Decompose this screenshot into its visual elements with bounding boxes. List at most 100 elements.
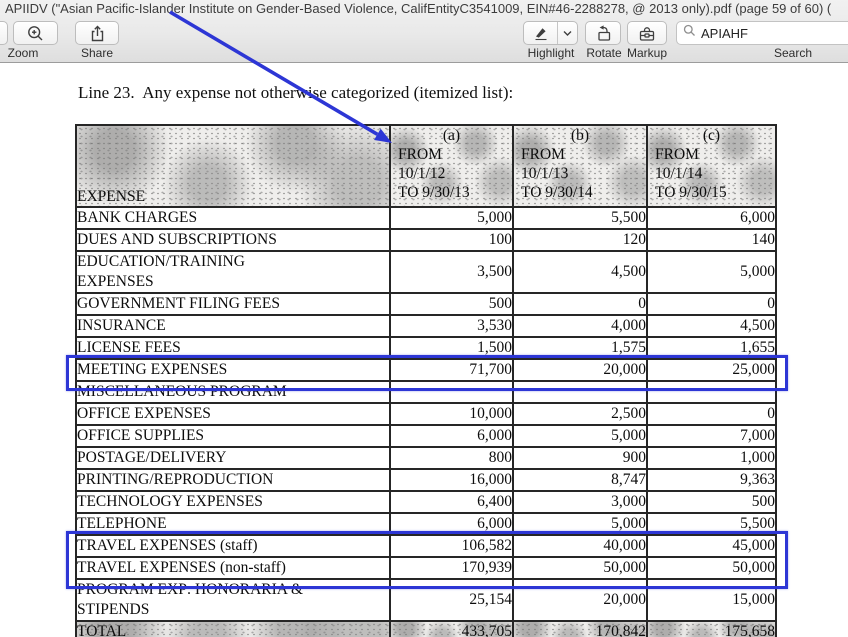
expense-value: 3,530 [390,315,513,337]
table-row: OFFICE SUPPLIES6,0005,0007,000 [76,425,776,447]
expense-label: BANK CHARGES [76,207,390,229]
column-letter: (c) [648,126,775,145]
column-header-b: (b)FROM10/1/13TO 9/30/14 [513,125,647,207]
column-period-line: 10/1/14 [648,164,775,183]
highlight-button-label: Highlight [514,46,588,60]
table-row: INSURANCE3,5304,0004,500 [76,315,776,337]
table-row: TECHNOLOGY EXPENSES6,4003,000500 [76,491,776,513]
expense-label: OFFICE EXPENSES [76,403,390,425]
expense-value: 5,000 [513,425,647,447]
annotation-box [66,531,788,589]
expense-value: 4,000 [513,315,647,337]
expense-column-header: EXPENSE [76,125,390,207]
column-period-line: FROM [514,145,646,164]
window-title: APIIDV ("Asian Pacific-Islander Institut… [5,0,848,18]
table-row: PRINTING/REPRODUCTION16,0008,7479,363 [76,469,776,491]
column-period-line: 10/1/13 [514,164,646,183]
expense-label: POSTAGE/DELIVERY [76,447,390,469]
expense-label: PRINTING/REPRODUCTION [76,469,390,491]
share-icon [88,24,107,43]
expense-label: GOVERNMENT FILING FEES [76,293,390,315]
expense-value: 5,000 [647,251,776,293]
table-row: DUES AND SUBSCRIPTIONS100120140 [76,229,776,251]
column-letter: (b) [514,126,646,145]
column-period-line: FROM [391,145,512,164]
rotate-icon [594,24,613,43]
expense-label: OFFICE SUPPLIES [76,425,390,447]
expense-value: 6,000 [390,425,513,447]
expense-value: 500 [390,293,513,315]
expense-value: 6,000 [647,207,776,229]
expense-value: 6,400 [390,491,513,513]
expense-label: INSURANCE [76,315,390,337]
markup-toolbox-icon [637,24,657,43]
expense-label: EDUCATION/TRAINING EXPENSES [76,251,390,293]
expense-value: 0 [513,293,647,315]
highlighter-icon [532,24,550,42]
markup-button[interactable] [627,21,667,45]
expense-value: 1,000 [647,447,776,469]
expense-value: 2,500 [513,403,647,425]
expense-value: 5,000 [390,207,513,229]
column-period-line: TO 9/30/13 [391,183,512,202]
expense-value: 8,747 [513,469,647,491]
highlight-button[interactable] [523,21,578,45]
zoom-button-label: Zoom [0,46,46,60]
expense-value: 433,705 [390,621,513,637]
highlight-dropdown-segment[interactable] [558,22,577,44]
column-period-line: 10/1/12 [391,164,512,183]
search-input[interactable] [701,26,848,41]
search-field-label: Search [762,46,824,60]
window-chrome: APIIDV ("Asian Pacific-Islander Institut… [0,0,848,63]
zoom-in-icon [26,24,45,43]
expense-value: 500 [647,491,776,513]
expense-value: 10,000 [390,403,513,425]
expense-value: 0 [647,293,776,315]
expense-value: 4,500 [513,251,647,293]
expense-value: 3,500 [390,251,513,293]
share-button[interactable] [75,21,119,45]
markup-button-label: Markup [618,46,676,60]
column-header-a: (a)FROM10/1/12TO 9/30/13 [390,125,513,207]
expense-value: 800 [390,447,513,469]
partial-toolbar-button[interactable] [0,21,8,45]
expense-label: TECHNOLOGY EXPENSES [76,491,390,513]
annotation-box [66,355,788,391]
expense-value: 120 [513,229,647,251]
table-row: OFFICE EXPENSES10,0002,5000 [76,403,776,425]
preview-window: APIIDV ("Asian Pacific-Islander Institut… [0,0,848,637]
zoom-button[interactable] [13,21,58,45]
rotate-button[interactable] [585,21,621,45]
expense-value: 140 [647,229,776,251]
table-header-row: EXPENSE (a)FROM10/1/12TO 9/30/13(b)FROM1… [76,125,776,207]
table-row: EDUCATION/TRAINING EXPENSES3,5004,5005,0… [76,251,776,293]
column-period-line: TO 9/30/14 [514,183,646,202]
table-row: BANK CHARGES5,0005,5006,000 [76,207,776,229]
expense-label: TOTAL [76,621,390,637]
share-button-label: Share [70,46,124,60]
table-row: TOTAL433,705170,842175,658 [76,621,776,637]
expense-value: 100 [390,229,513,251]
line23-heading: Line 23. Any expense not otherwise categ… [78,83,513,103]
expense-value: 3,000 [513,491,647,513]
column-period-line: TO 9/30/15 [648,183,775,202]
expense-value: 16,000 [390,469,513,491]
column-letter: (a) [391,126,512,145]
highlight-pen-segment[interactable] [524,22,557,44]
pdf-page: Line 23. Any expense not otherwise categ… [0,63,848,637]
search-icon [683,24,696,42]
column-header-c: (c)FROM10/1/14TO 9/30/15 [647,125,776,207]
column-period-line: FROM [648,145,775,164]
expense-value: 0 [647,403,776,425]
expense-label: DUES AND SUBSCRIPTIONS [76,229,390,251]
expense-value: 7,000 [647,425,776,447]
table-row: POSTAGE/DELIVERY8009001,000 [76,447,776,469]
expense-value: 5,500 [513,207,647,229]
search-field[interactable] [676,21,848,45]
expense-value: 4,500 [647,315,776,337]
expense-value: 9,363 [647,469,776,491]
expense-value: 175,658 [647,621,776,637]
expense-value: 900 [513,447,647,469]
chevron-down-icon [563,30,572,37]
table-row: GOVERNMENT FILING FEES50000 [76,293,776,315]
